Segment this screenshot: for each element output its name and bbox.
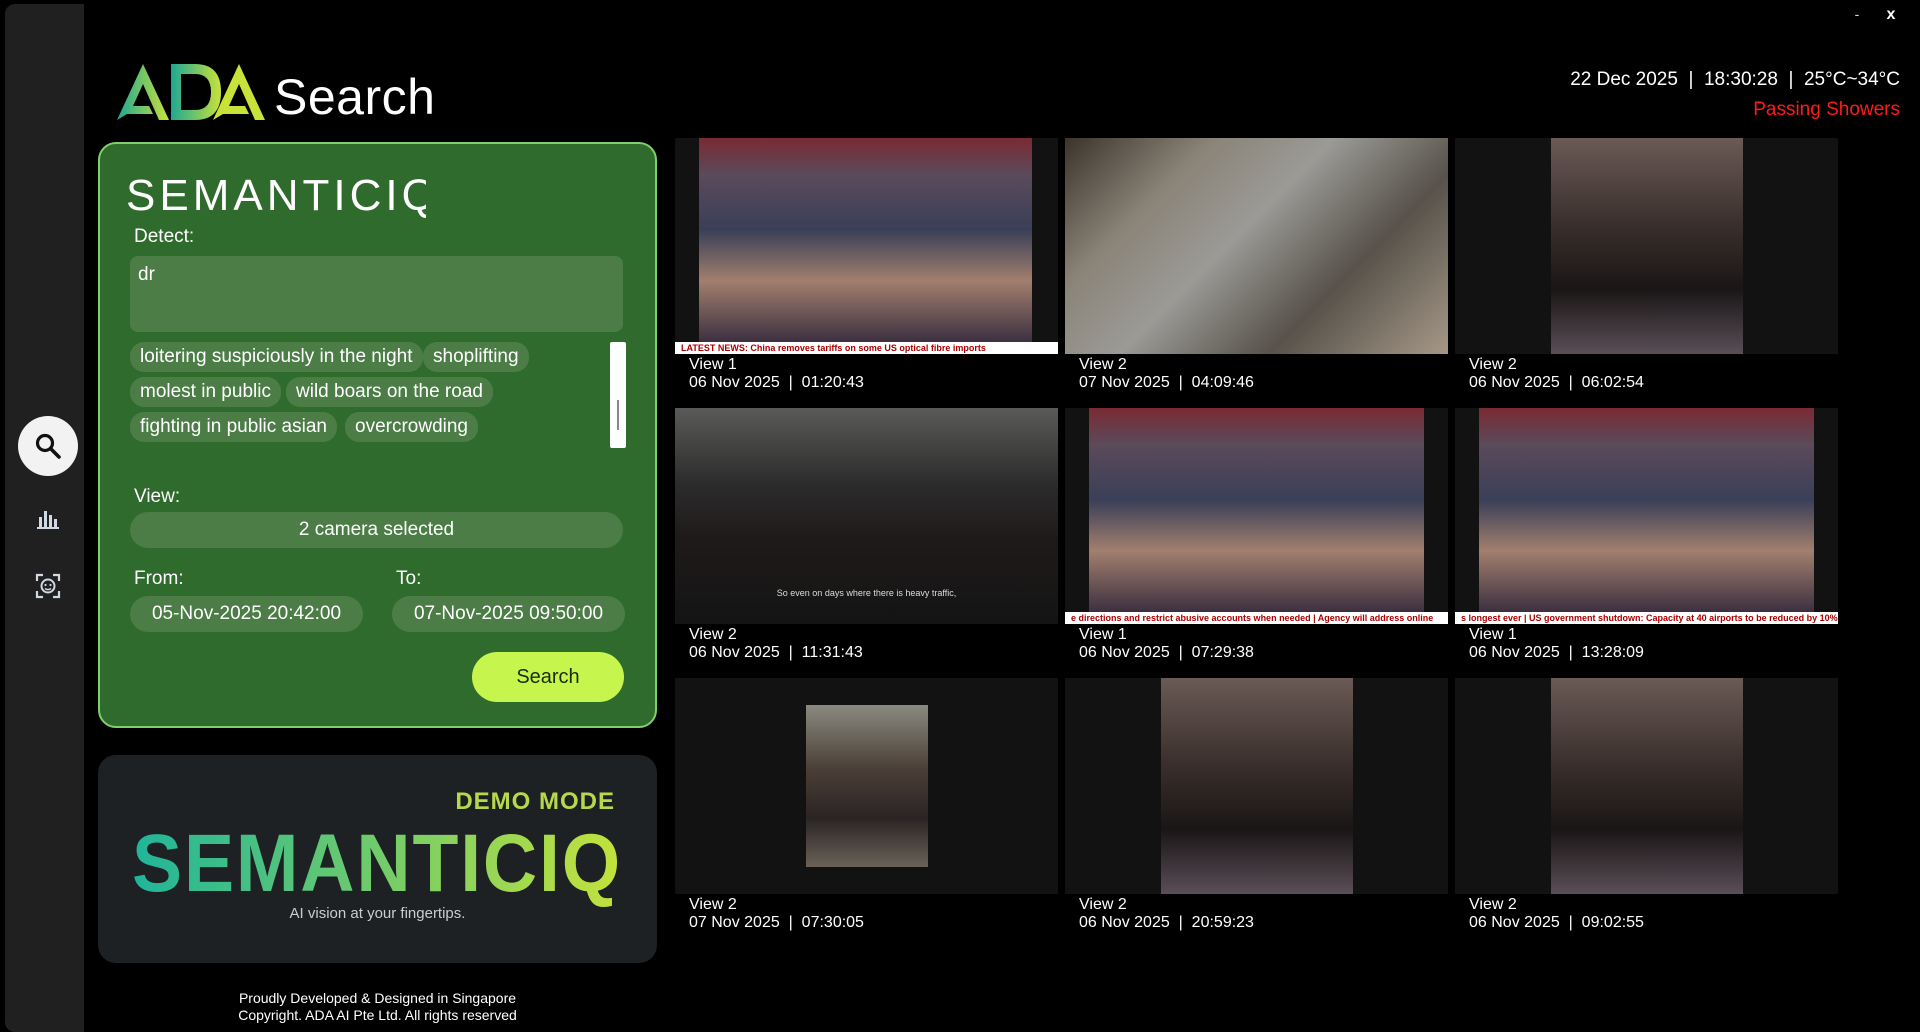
news-ticker: LATEST NEWS: China removes tariffs on so…: [681, 343, 986, 353]
result-tile[interactable]: View 2 06 Nov 2025 | 20:59:23: [1065, 678, 1448, 948]
detect-input[interactable]: dr: [130, 256, 623, 332]
result-timestamp: 06 Nov 2025 | 09:02:55: [1469, 914, 1644, 931]
result-view: View 2: [1079, 896, 1127, 913]
bar-chart-icon: [37, 511, 59, 529]
footer: Proudly Developed & Designed in Singapor…: [98, 990, 657, 1024]
minimize-button[interactable]: -: [1846, 6, 1868, 28]
nav-analytics-button[interactable]: [18, 488, 78, 548]
result-timestamp: 07 Nov 2025 | 07:30:05: [689, 914, 864, 931]
view-label: View:: [134, 486, 181, 507]
to-datetime-field[interactable]: 07-Nov-2025 09:50:00: [392, 596, 625, 632]
camera-select[interactable]: 2 camera selected: [130, 512, 623, 548]
suggestion-chip[interactable]: wild boars on the road: [286, 377, 493, 407]
result-thumbnail: LATEST NEWS: China removes tariffs on so…: [675, 138, 1058, 354]
app-title: Search: [274, 69, 436, 125]
suggestion-chip[interactable]: molest in public: [130, 377, 281, 407]
result-tile[interactable]: View 2 06 Nov 2025 | 09:02:55: [1455, 678, 1838, 948]
result-timestamp: 06 Nov 2025 | 13:28:09: [1469, 644, 1644, 661]
result-view: View 1: [1079, 626, 1127, 643]
result-timestamp: 06 Nov 2025 | 06:02:54: [1469, 374, 1644, 391]
footer-copyright: Copyright. ADA AI Pte Ltd. All rights re…: [238, 1007, 517, 1023]
suggestion-list: loitering suspiciously in the night shop…: [130, 342, 600, 454]
result-thumbnail: [675, 678, 1058, 894]
news-ticker: e directions and restrict abusive accoun…: [1071, 613, 1434, 623]
scrollbar-thumb[interactable]: [617, 400, 619, 430]
ada-logo: [117, 64, 265, 120]
nav-search-button[interactable]: [18, 416, 78, 476]
search-panel: SEMANTICIQ Detect: dr loitering suspicio…: [98, 142, 657, 728]
search-icon: [35, 433, 61, 459]
suggestion-chip[interactable]: overcrowding: [345, 412, 478, 442]
result-tile[interactable]: So even on days where there is heavy tra…: [675, 408, 1058, 678]
suggestion-chip[interactable]: loitering suspiciously in the night: [130, 342, 423, 372]
result-thumbnail: e directions and restrict abusive accoun…: [1065, 408, 1448, 624]
weather-status: Passing Showers: [1753, 99, 1900, 120]
news-ticker: s longest ever | US government shutdown:…: [1461, 613, 1838, 623]
result-view: View 2: [689, 896, 737, 913]
result-view: View 2: [689, 626, 737, 643]
result-thumbnail: [1065, 138, 1448, 354]
result-timestamp: 06 Nov 2025 | 07:29:38: [1079, 644, 1254, 661]
demo-card: DEMO MODE SEMANTICIQ AI vision at your f…: [98, 755, 657, 963]
result-thumbnail: [1455, 138, 1838, 354]
result-view: View 2: [1079, 356, 1127, 373]
suggestion-scrollbar[interactable]: [610, 342, 626, 448]
footer-line: Proudly Developed & Designed in Singapor…: [238, 990, 517, 1006]
result-tile[interactable]: s longest ever | US government shutdown:…: [1455, 408, 1838, 678]
close-button[interactable]: x: [1880, 6, 1902, 28]
result-thumbnail: [1065, 678, 1448, 894]
semanticiq-demo-logo: SEMANTICIQ: [132, 823, 622, 909]
datetime-readout: 22 Dec 2025 | 18:30:28 | 25°C~34°C: [1570, 69, 1900, 90]
result-timestamp: 06 Nov 2025 | 01:20:43: [689, 374, 864, 391]
result-timestamp: 07 Nov 2025 | 04:09:46: [1079, 374, 1254, 391]
semanticiq-logo: SEMANTICIQ: [126, 171, 426, 220]
from-datetime-field[interactable]: 05-Nov-2025 20:42:00: [130, 596, 363, 632]
result-tile[interactable]: LATEST NEWS: China removes tariffs on so…: [675, 138, 1058, 408]
to-label: To:: [396, 568, 422, 589]
result-view: View 2: [1469, 896, 1517, 913]
result-tile[interactable]: View 2 07 Nov 2025 | 04:09:46: [1065, 138, 1448, 408]
face-scan-icon: [35, 573, 61, 599]
svg-text:SEMANTICIQ: SEMANTICIQ: [132, 823, 622, 909]
result-thumbnail: [1455, 678, 1838, 894]
result-timestamp: 06 Nov 2025 | 11:31:43: [689, 644, 863, 661]
suggestion-chip[interactable]: fighting in public asian: [130, 412, 337, 442]
result-view: View 1: [1469, 626, 1517, 643]
result-thumbnail: s longest ever | US government shutdown:…: [1455, 408, 1838, 624]
result-thumbnail: So even on days where there is heavy tra…: [675, 408, 1058, 624]
result-tile[interactable]: View 2 06 Nov 2025 | 06:02:54: [1455, 138, 1838, 408]
svg-text:SEMANTICIQ: SEMANTICIQ: [126, 171, 426, 220]
nav-rail: [5, 4, 84, 1032]
demo-mode-label: DEMO MODE: [455, 788, 615, 815]
result-tile[interactable]: e directions and restrict abusive accoun…: [1065, 408, 1448, 678]
result-view: View 2: [1469, 356, 1517, 373]
suggestion-chip[interactable]: shoplifting: [423, 342, 529, 372]
detect-label: Detect:: [134, 226, 195, 247]
demo-tagline: AI vision at your fingertips.: [289, 905, 466, 922]
search-button[interactable]: Search: [472, 652, 624, 702]
nav-face-button[interactable]: [18, 556, 78, 616]
result-view: View 1: [689, 356, 737, 373]
video-subtitle: So even on days where there is heavy tra…: [776, 588, 957, 598]
result-timestamp: 06 Nov 2025 | 20:59:23: [1079, 914, 1254, 931]
from-label: From:: [134, 568, 184, 589]
result-tile[interactable]: View 2 07 Nov 2025 | 07:30:05: [675, 678, 1058, 948]
